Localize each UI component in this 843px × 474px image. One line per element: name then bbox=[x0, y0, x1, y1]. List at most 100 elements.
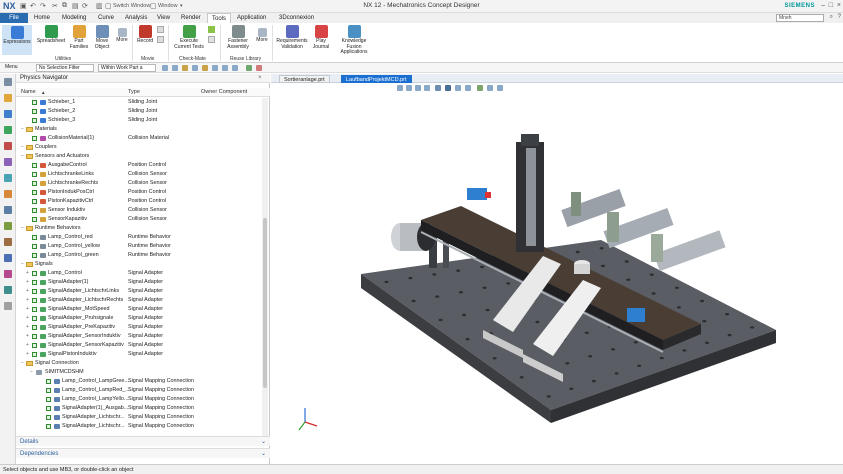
check-icon[interactable] bbox=[208, 26, 215, 33]
scrollbar-thumb[interactable] bbox=[263, 218, 267, 388]
navigator-row[interactable]: + SignalAdapter_LichtschrRechts Signal Ada… bbox=[16, 296, 260, 305]
dependencies-section[interactable]: Dependencies ⌄ bbox=[16, 448, 270, 458]
pan-icon[interactable] bbox=[424, 85, 430, 91]
close-icon[interactable]: × bbox=[837, 2, 841, 9]
details-section[interactable]: Details ⌄ bbox=[16, 436, 270, 446]
help-icon[interactable]: ? bbox=[838, 14, 841, 20]
visibility-checkbox[interactable] bbox=[32, 118, 37, 123]
stop-icon[interactable] bbox=[256, 65, 262, 71]
physics-navigator-icon[interactable] bbox=[4, 126, 12, 134]
play-journal-button[interactable]: Play Journal bbox=[310, 25, 332, 50]
assembly-navigator-icon[interactable] bbox=[4, 94, 12, 102]
navigator-row[interactable]: AusgabeControl Position Control bbox=[16, 161, 260, 170]
chevron-down-icon[interactable]: ⌄ bbox=[261, 449, 266, 459]
visibility-checkbox[interactable] bbox=[32, 190, 37, 195]
type-filter-select[interactable]: No Selection Filter bbox=[36, 64, 94, 72]
navigator-row[interactable]: − Sensors and Actuators bbox=[16, 152, 260, 161]
navigator-row[interactable]: Lamp_Control_yellow Runtime Behavior bbox=[16, 242, 260, 251]
rotate-icon[interactable] bbox=[415, 85, 421, 91]
part-families-button[interactable]: Part Families bbox=[68, 25, 90, 50]
history-icon[interactable] bbox=[4, 190, 12, 198]
column-type[interactable]: Type bbox=[128, 88, 140, 97]
tab-modeling[interactable]: Modeling bbox=[58, 13, 90, 23]
navigator-row[interactable]: SensorKapazitiv Collision Sensor bbox=[16, 215, 260, 224]
select-all-icon[interactable] bbox=[162, 65, 168, 71]
process-studio-icon[interactable] bbox=[4, 286, 12, 294]
navigator-row[interactable]: PistonIndukPosCtrl Position Control bbox=[16, 188, 260, 197]
expand-toggle-icon[interactable]: + bbox=[26, 314, 29, 323]
filter-icon[interactable] bbox=[192, 65, 198, 71]
visibility-checkbox[interactable] bbox=[32, 208, 37, 213]
navigator-row[interactable]: Lamp_Control_green Runtime Behavior bbox=[16, 251, 260, 260]
navigator-row[interactable]: − SIMITMCDSHM bbox=[16, 368, 260, 377]
tab-file[interactable]: File bbox=[0, 13, 28, 23]
navigator-row[interactable]: SignalAdapter(1)_Ausgab... Signal Mapping… bbox=[16, 404, 260, 413]
expand-toggle-icon[interactable]: − bbox=[21, 359, 24, 368]
stop-icon[interactable] bbox=[157, 36, 164, 43]
expand-toggle-icon[interactable]: + bbox=[26, 296, 29, 305]
tab-analysis[interactable]: Analysis bbox=[121, 13, 151, 23]
reuse-library-icon[interactable] bbox=[4, 222, 12, 230]
part-navigator-icon[interactable] bbox=[4, 110, 12, 118]
visibility-checkbox[interactable] bbox=[32, 343, 37, 348]
expressions-button[interactable]: Expressions bbox=[2, 25, 32, 55]
search-input[interactable]: Mneh bbox=[776, 14, 824, 22]
navigator-row[interactable]: Sensor Induktiv Collision Sensor bbox=[16, 206, 260, 215]
expand-toggle-icon[interactable]: − bbox=[21, 152, 24, 161]
navigator-row[interactable]: + Lamp_Control Signal Adapter bbox=[16, 269, 260, 278]
visibility-checkbox[interactable] bbox=[32, 172, 37, 177]
expand-toggle-icon[interactable]: − bbox=[21, 260, 24, 269]
edit-section-icon[interactable] bbox=[455, 85, 461, 91]
web-browser-icon[interactable] bbox=[4, 238, 12, 246]
roles-icon[interactable] bbox=[4, 206, 12, 214]
expand-toggle-icon[interactable]: + bbox=[26, 278, 29, 287]
visibility-checkbox[interactable] bbox=[46, 379, 51, 384]
visibility-checkbox[interactable] bbox=[32, 109, 37, 114]
check-settings-icon[interactable] bbox=[208, 36, 215, 43]
navigator-row[interactable]: − Materials bbox=[16, 125, 260, 134]
navigator-row[interactable]: + SignalAdapter(1) Signal Adapter bbox=[16, 278, 260, 287]
visibility-checkbox[interactable] bbox=[32, 325, 37, 330]
sort-asc-icon[interactable]: ▲ bbox=[41, 88, 45, 97]
fastener-assembly-button[interactable]: Fastener Assembly bbox=[223, 25, 253, 50]
navigator-row[interactable]: Schieber_2 Sliding Joint bbox=[16, 107, 260, 116]
navigator-row[interactable]: − Runtime Behaviors bbox=[16, 224, 260, 233]
deselect-icon[interactable] bbox=[172, 65, 178, 71]
visibility-checkbox[interactable] bbox=[32, 352, 37, 357]
work-layer-icon[interactable] bbox=[497, 85, 503, 91]
panel-close-icon[interactable]: × bbox=[258, 75, 262, 81]
graphics-viewport[interactable] bbox=[271, 92, 843, 464]
navigator-row[interactable]: LichtschrankeLinks Collision Sensor bbox=[16, 170, 260, 179]
navigator-row[interactable]: SignalAdapter_Lichtschr... Signal Mapping… bbox=[16, 413, 260, 422]
snap-grid-icon[interactable] bbox=[232, 65, 238, 71]
snap-midpoint-icon[interactable] bbox=[212, 65, 218, 71]
navigator-row[interactable]: LichtschrankeRechts Collision Sensor bbox=[16, 179, 260, 188]
navigator-row[interactable]: Lamp_Control_LampYello... Signal Mapping … bbox=[16, 395, 260, 404]
tab-home[interactable]: Home bbox=[30, 13, 54, 23]
visibility-checkbox[interactable] bbox=[32, 334, 37, 339]
navigator-row[interactable]: + SignalAdapter_LichtschrLinks Signal Adap… bbox=[16, 287, 260, 296]
move-object-button[interactable]: Move Object bbox=[91, 25, 113, 50]
more-library-button[interactable]: More bbox=[254, 25, 270, 44]
visibility-checkbox[interactable] bbox=[46, 424, 51, 429]
fit-view-icon[interactable] bbox=[397, 85, 403, 91]
visibility-checkbox[interactable] bbox=[32, 307, 37, 312]
system-materials-icon[interactable] bbox=[4, 254, 12, 262]
minimize-icon[interactable]: – bbox=[821, 2, 825, 9]
snap-endpoint-icon[interactable] bbox=[202, 65, 208, 71]
visibility-checkbox[interactable] bbox=[32, 244, 37, 249]
chevron-down-icon[interactable]: ⌄ bbox=[261, 437, 266, 447]
navigator-row[interactable]: Schieber_1 Sliding Joint bbox=[16, 98, 260, 107]
tab-tools[interactable]: Tools bbox=[207, 13, 232, 23]
tab-render[interactable]: Render bbox=[177, 13, 205, 23]
runtime-inspector-icon[interactable] bbox=[4, 158, 12, 166]
visibility-checkbox[interactable] bbox=[32, 316, 37, 321]
menu-toggle-icon[interactable] bbox=[4, 78, 12, 86]
sequence-editor-icon[interactable] bbox=[4, 142, 12, 150]
expand-toggle-icon[interactable]: − bbox=[21, 125, 24, 134]
more-utilities-button[interactable]: More bbox=[114, 25, 130, 44]
navigator-row[interactable]: − Signal Connection bbox=[16, 359, 260, 368]
palette-icon[interactable] bbox=[4, 270, 12, 278]
visibility-checkbox[interactable] bbox=[32, 253, 37, 258]
expand-toggle-icon[interactable]: + bbox=[26, 323, 29, 332]
